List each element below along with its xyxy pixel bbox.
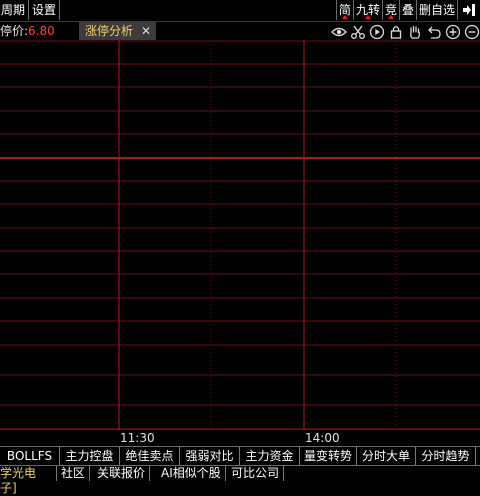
tab-strength-compare[interactable]: 强弱对比 [180,447,240,465]
chart-header: 停价:6.80 涨停分析 ✕ [0,22,480,40]
eye-icon[interactable] [331,24,347,40]
intraday-chart[interactable] [0,40,480,430]
tab-volume-trend[interactable]: 量变转势 [300,447,357,465]
ai-similar-stocks-link[interactable]: AI相似个股 [157,466,226,481]
scissors-icon[interactable] [350,24,366,40]
exit-icon [463,4,475,16]
tab-intraday-trend[interactable]: 分时趋势 [416,447,476,465]
related-quotes-link[interactable]: 关联报价 [93,466,151,481]
top-bar: 周期 设置 简 九转 竞 叠 删自选 [0,0,480,22]
zoom-in-icon[interactable] [445,24,461,40]
limit-price-value: 6.80 [28,24,55,38]
menu-settings[interactable]: 设置 [29,0,61,20]
tab-intraday-big-orders[interactable]: 分时大单 [357,447,416,465]
indicator-tabs: BOLLFS 主力控盘 绝佳卖点 强弱对比 主力资金 量变转势 分时大单 分时趋… [0,446,480,466]
close-icon[interactable]: ✕ [141,22,151,40]
community-link[interactable]: 社区 [57,466,91,481]
top-toolbar: 简 九转 竞 叠 删自选 [335,0,480,21]
menu-period[interactable]: 周期 [0,0,30,20]
chart-grid [0,40,480,430]
time-label-1130: 11:30 [120,431,155,445]
tab-bollfs[interactable]: BOLLFS [0,447,60,465]
lock-icon[interactable] [388,24,404,40]
play-circle-icon[interactable] [369,24,385,40]
delete-self-select-button[interactable]: 删自选 [415,0,457,20]
zoom-out-icon[interactable] [464,24,480,40]
main-menu: 周期 设置 [0,0,61,21]
tab-limit-up-analysis[interactable]: 涨停分析 ✕ [79,22,156,40]
tab-label: 涨停分析 [85,24,134,38]
auction-button[interactable]: 竞 [381,0,399,20]
tab-main-control[interactable]: 主力控盘 [60,447,120,465]
time-label-1400: 14:00 [305,431,340,445]
undo-icon[interactable] [426,24,442,40]
limit-price: 停价:6.80 [0,22,55,40]
limit-price-label: 停价: [0,24,29,38]
hand-icon[interactable] [407,24,423,40]
simple-mode-button[interactable]: 简 [335,0,353,20]
tab-main-funds[interactable]: 主力资金 [240,447,300,465]
comparable-companies-link[interactable]: 可比公司 [227,466,285,481]
tab-best-sell-point[interactable]: 绝佳卖点 [120,447,180,465]
bottom-bar: 学光电子] 社区 关联报价 AI相似个股 可比公司 [0,465,480,495]
stock-name-link[interactable]: 学光电子] [0,466,57,495]
nine-turn-button[interactable]: 九转 [352,0,382,20]
overlay-button[interactable]: 叠 [398,0,416,20]
exit-button[interactable] [457,0,480,20]
chart-tools [328,24,480,40]
